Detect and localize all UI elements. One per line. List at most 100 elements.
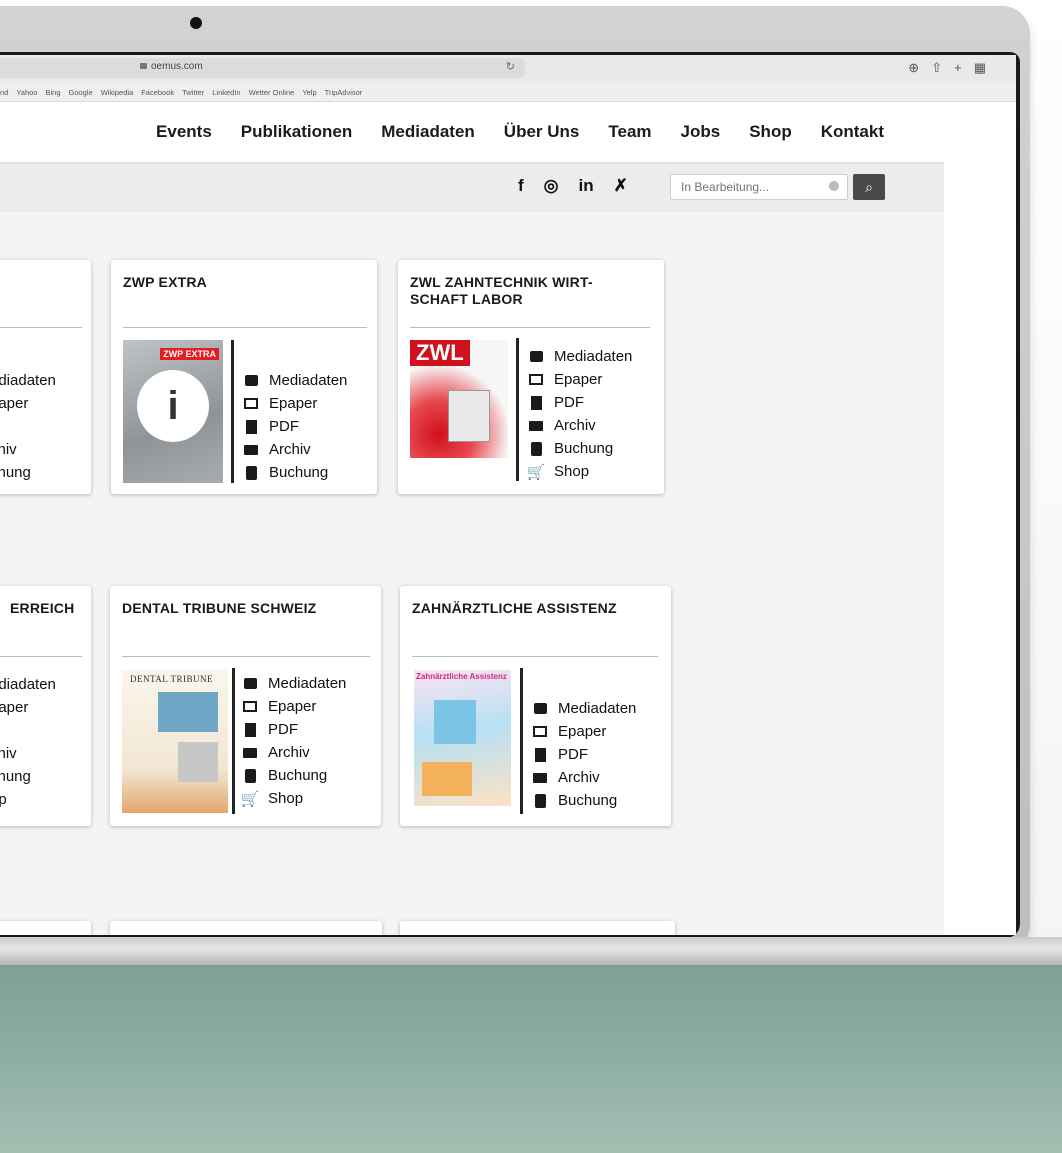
background-surface: [0, 960, 1062, 1153]
link-mediadaten[interactable]: Mediadaten: [528, 346, 632, 367]
card-links: Mediadaten Epaper PDF Archiv Buchung 🛒 Sh…: [526, 346, 633, 482]
link-buchung[interactable]: Buchung: [532, 790, 636, 811]
cover-image-zahnaerztliche-assistenz[interactable]: Zahnärztliche Assistenz: [414, 670, 511, 806]
folder-icon: [242, 747, 258, 758]
link-mediadaten[interactable]: Mediadaten: [242, 673, 346, 694]
card-title: ZAHNÄRZTLICHE ASSISTENZ: [412, 600, 617, 616]
link-mediadaten[interactable]: Mediadaten: [532, 698, 636, 719]
link-pdf[interactable]: PDF: [532, 744, 636, 765]
clear-icon[interactable]: [829, 181, 839, 191]
card-divider: [410, 327, 650, 328]
nav-publikationen[interactable]: Publikationen: [241, 122, 352, 142]
cover-logo: ZWL: [410, 340, 470, 366]
link-mediadaten[interactable]: ediadaten: [0, 370, 56, 391]
briefcase-icon: [532, 703, 548, 714]
link-buchung[interactable]: chung: [0, 766, 56, 787]
nav-kontakt[interactable]: Kontakt: [821, 122, 884, 142]
nav-jobs[interactable]: Jobs: [681, 122, 721, 142]
link-shop[interactable]: 🛒 Shop: [241, 788, 346, 809]
cover-image-zwp-extra[interactable]: ZWP EXTRA i: [123, 340, 223, 483]
linkedin-icon[interactable]: in: [579, 176, 594, 196]
link-archiv[interactable]: Archiv: [532, 767, 636, 788]
link-mediadaten[interactable]: Mediadaten: [243, 370, 347, 391]
link-shop[interactable]: op: [0, 789, 56, 810]
link-archiv[interactable]: Archiv: [528, 415, 632, 436]
card-links: Mediadaten Epaper PDF Archiv Buchung: [243, 370, 347, 483]
newspaper-icon: [243, 398, 259, 409]
bookmark[interactable]: Bing: [45, 88, 60, 97]
link-epaper[interactable]: paper: [0, 393, 56, 414]
card-divider: [122, 656, 370, 657]
link-archiv[interactable]: Archiv: [242, 742, 346, 763]
pdf-icon: [243, 419, 259, 434]
link-buchung[interactable]: Buchung: [528, 438, 632, 459]
link-archiv[interactable]: Archiv: [243, 439, 347, 460]
link-epaper[interactable]: Epaper: [242, 696, 346, 717]
cover-image-zwl[interactable]: ZWL: [410, 340, 508, 458]
share-icon[interactable]: ⇧: [931, 60, 942, 76]
instagram-icon[interactable]: ◎: [544, 176, 559, 196]
link-epaper[interactable]: Epaper: [528, 369, 632, 390]
link-pdf[interactable]: PDF: [242, 719, 346, 740]
card-links: Mediadaten Epaper PDF Archiv Buchung: [532, 698, 636, 811]
bookmark[interactable]: Facebook: [141, 88, 174, 97]
bookmark[interactable]: Wetter Online: [249, 88, 295, 97]
cover-image-dental-tribune[interactable]: DENTAL TRIBUNE: [122, 670, 228, 813]
bookmark[interactable]: Wikipedia: [101, 88, 134, 97]
nav-mediadaten[interactable]: Mediadaten: [381, 122, 475, 142]
card-separator: [232, 668, 235, 814]
link-buchung[interactable]: Buchung: [242, 765, 346, 786]
bookmark[interactable]: Google: [69, 88, 93, 97]
info-icon[interactable]: i: [137, 370, 209, 442]
book-icon: [243, 465, 259, 480]
cover-logo: Zahnärztliche Assistenz: [416, 672, 507, 681]
bookmark[interactable]: nd: [0, 88, 8, 97]
bookmark[interactable]: Twitter: [182, 88, 204, 97]
nav-team[interactable]: Team: [608, 122, 651, 142]
new-tab-icon[interactable]: +: [954, 60, 962, 76]
nav-shop[interactable]: Shop: [749, 122, 792, 142]
address-bar[interactable]: oemus.com ↻: [0, 58, 525, 78]
link-pdf[interactable]: F: [0, 720, 56, 741]
link-buchung[interactable]: Buchung: [243, 462, 347, 483]
link-mediadaten[interactable]: ediadaten: [0, 674, 56, 695]
folder-icon: [532, 772, 548, 783]
card-title: ZWP EXTRA: [123, 274, 207, 290]
link-pdf[interactable]: PDF: [243, 416, 347, 437]
bookmark[interactable]: Yahoo: [16, 88, 37, 97]
newspaper-icon: [242, 701, 258, 712]
publication-card-partial: [0, 921, 91, 935]
link-buchung[interactable]: chung: [0, 462, 56, 483]
tab-overview-icon[interactable]: ▦: [974, 60, 986, 76]
card-title: DENTAL TRIBUNE SCHWEIZ: [122, 600, 317, 616]
sub-header-bar: f ◎ in ✗ ⌕: [0, 162, 944, 212]
bookmark[interactable]: Yelp: [302, 88, 316, 97]
link-pdf[interactable]: PDF: [528, 392, 632, 413]
reload-icon[interactable]: ↻: [506, 60, 515, 73]
link-epaper[interactable]: Epaper: [532, 721, 636, 742]
facebook-icon[interactable]: f: [518, 176, 524, 196]
xing-icon[interactable]: ✗: [614, 176, 628, 196]
folder-icon: [528, 420, 544, 431]
search-field[interactable]: [670, 174, 848, 200]
bookmark[interactable]: TripAdvisor: [325, 88, 363, 97]
toolbar-icons: ⊕ ⇧ + ▦: [908, 60, 986, 76]
book-icon: [528, 441, 544, 456]
bookmark[interactable]: LinkedIn: [212, 88, 240, 97]
link-epaper[interactable]: paper: [0, 697, 56, 718]
cover-image-block: [434, 700, 476, 744]
link-archiv[interactable]: chiv: [0, 439, 56, 460]
cart-icon: 🛒: [526, 463, 546, 481]
search-input[interactable]: [679, 179, 823, 195]
link-epaper[interactable]: Epaper: [243, 393, 347, 414]
search-button[interactable]: ⌕: [853, 174, 885, 200]
link-pdf[interactable]: F: [0, 416, 56, 437]
link-archiv[interactable]: chiv: [0, 743, 56, 764]
nav-events[interactable]: Events: [156, 122, 212, 142]
nav-ueber-uns[interactable]: Über Uns: [504, 122, 580, 142]
download-icon[interactable]: ⊕: [908, 60, 919, 76]
link-shop[interactable]: 🛒 Shop: [526, 461, 632, 482]
publication-card-zwl: ZWL ZAHNTECHNIK WIRT-SCHAFT LABOR ZWL Me…: [398, 260, 664, 494]
publication-card-dental-tribune: DENTAL TRIBUNE SCHWEIZ DENTAL TRIBUNE Me…: [110, 586, 381, 826]
briefcase-icon: [242, 678, 258, 689]
